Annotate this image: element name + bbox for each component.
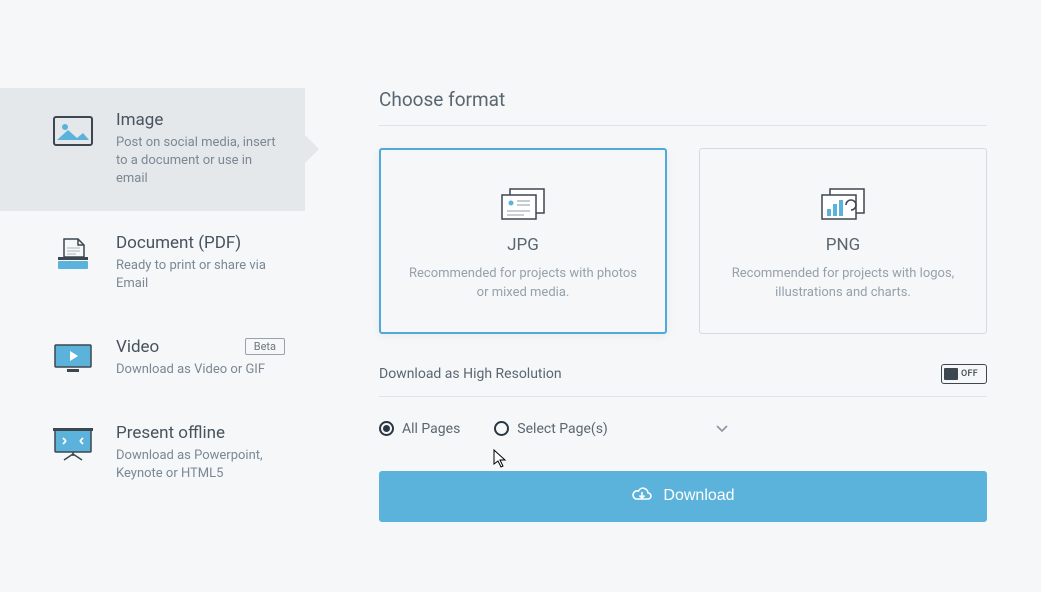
sidebar-item-desc: Post on social media, insert to a docume…: [116, 134, 285, 189]
format-desc: Recommended for projects with logos, ill…: [724, 265, 962, 303]
format-card-png[interactable]: PNG Recommended for projects with logos,…: [699, 148, 987, 334]
radio-circle: [379, 421, 394, 436]
radio-label: All Pages: [402, 421, 460, 437]
toggle-state: OFF: [961, 369, 978, 379]
sidebar-item-title: Image: [116, 110, 285, 130]
highres-toggle[interactable]: OFF: [941, 364, 987, 384]
download-button-label: Download: [663, 487, 734, 505]
beta-badge: Beta: [245, 338, 285, 355]
chevron-down-icon[interactable]: [716, 422, 728, 436]
format-desc: Recommended for projects with photos or …: [404, 265, 642, 303]
main-panel: Choose format JPG Recommended for p: [305, 60, 1041, 592]
radio-circle: [494, 421, 509, 436]
divider: [379, 125, 987, 126]
presentation-icon: [52, 425, 94, 463]
document-icon: [52, 235, 94, 273]
format-grid: JPG Recommended for projects with photos…: [379, 148, 987, 334]
sidebar-item-desc: Download as Video or GIF: [116, 361, 285, 379]
radio-label: Select Page(s): [517, 421, 608, 437]
format-name: PNG: [724, 235, 962, 255]
image-icon: [52, 112, 94, 150]
video-icon: [52, 339, 94, 377]
png-icon: [820, 187, 866, 221]
sidebar-item-document[interactable]: Document (PDF) Ready to print or share v…: [0, 211, 305, 315]
sidebar-item-desc: Ready to print or share via Email: [116, 257, 285, 293]
cloud-download-icon: [631, 485, 653, 508]
sidebar-item-image[interactable]: Image Post on social media, insert to a …: [0, 88, 305, 211]
divider: [379, 396, 987, 397]
sidebar-item-present[interactable]: Present offline Download as Powerpoint, …: [0, 401, 305, 505]
jpg-icon: [500, 187, 546, 221]
sidebar: Image Post on social media, insert to a …: [0, 60, 305, 592]
download-button[interactable]: Download: [379, 471, 987, 522]
sidebar-item-title: Document (PDF): [116, 233, 285, 253]
section-heading: Choose format: [379, 88, 987, 111]
sidebar-item-title: Video Beta: [116, 337, 285, 357]
sidebar-item-video[interactable]: Video Beta Download as Video or GIF: [0, 315, 305, 401]
toggle-knob: [944, 368, 958, 380]
format-card-jpg[interactable]: JPG Recommended for projects with photos…: [379, 148, 667, 334]
radio-select-pages[interactable]: Select Page(s): [494, 421, 728, 437]
sidebar-item-title: Present offline: [116, 423, 285, 443]
sidebar-item-desc: Download as Powerpoint, Keynote or HTML5: [116, 447, 285, 483]
highres-label: Download as High Resolution: [379, 366, 562, 382]
radio-all-pages[interactable]: All Pages: [379, 421, 460, 437]
format-name: JPG: [404, 235, 642, 255]
